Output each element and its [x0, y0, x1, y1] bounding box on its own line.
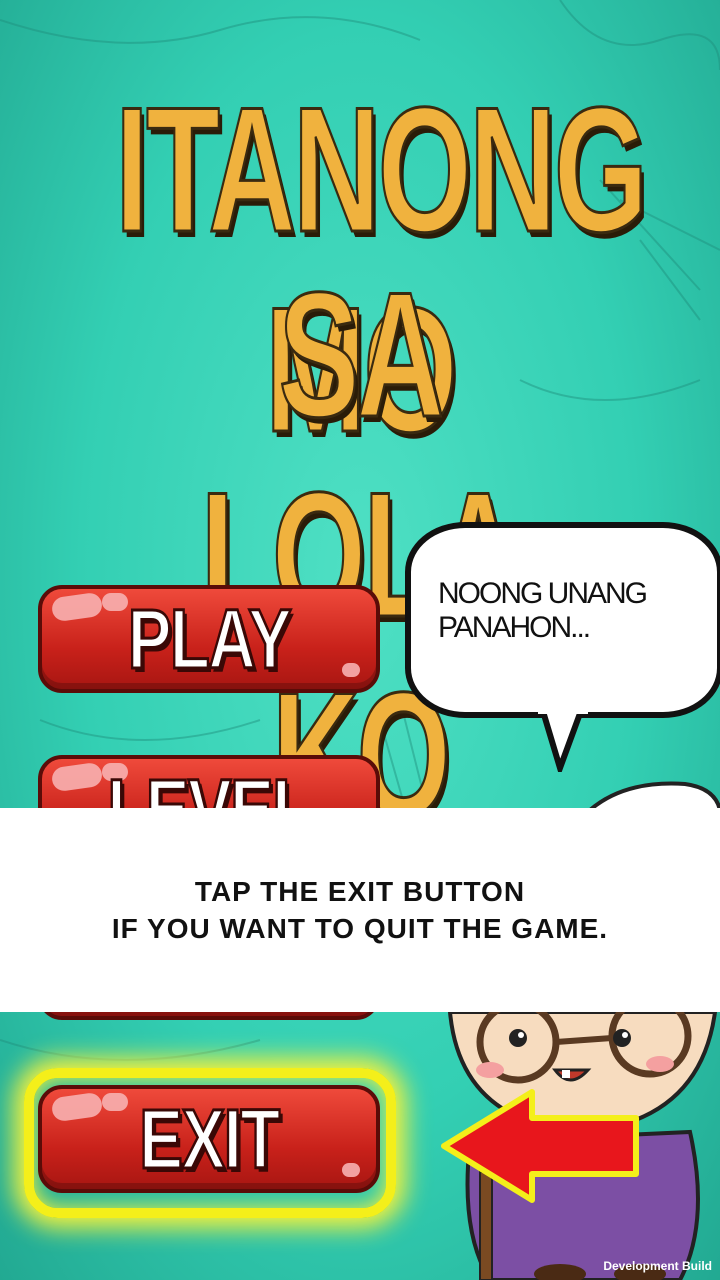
button-shine [342, 1163, 360, 1177]
tutorial-overlay: TAP THE EXIT BUTTON IF YOU WANT TO QUIT … [0, 808, 720, 1012]
tutorial-line2: IF YOU WANT TO QUIT THE GAME. [111, 913, 609, 944]
speech-bubble-text: NOONG UNANG PANAHON... [438, 577, 648, 644]
play-button-label: PLAY [127, 590, 293, 687]
exit-button-label: EXIT [138, 1090, 281, 1187]
development-build-label: Development Build [603, 1259, 712, 1273]
button-shine [342, 663, 360, 677]
tutorial-line1: TAP THE EXIT BUTTON [194, 876, 526, 907]
tutorial-message: TAP THE EXIT BUTTON IF YOU WANT TO QUIT … [112, 873, 608, 947]
speech-bubble-tail [538, 708, 588, 772]
exit-button[interactable]: EXIT [38, 1085, 380, 1193]
grandmother-hair-top [586, 781, 720, 810]
play-button[interactable]: PLAY [38, 585, 380, 693]
arrow-left-icon [441, 1089, 639, 1203]
